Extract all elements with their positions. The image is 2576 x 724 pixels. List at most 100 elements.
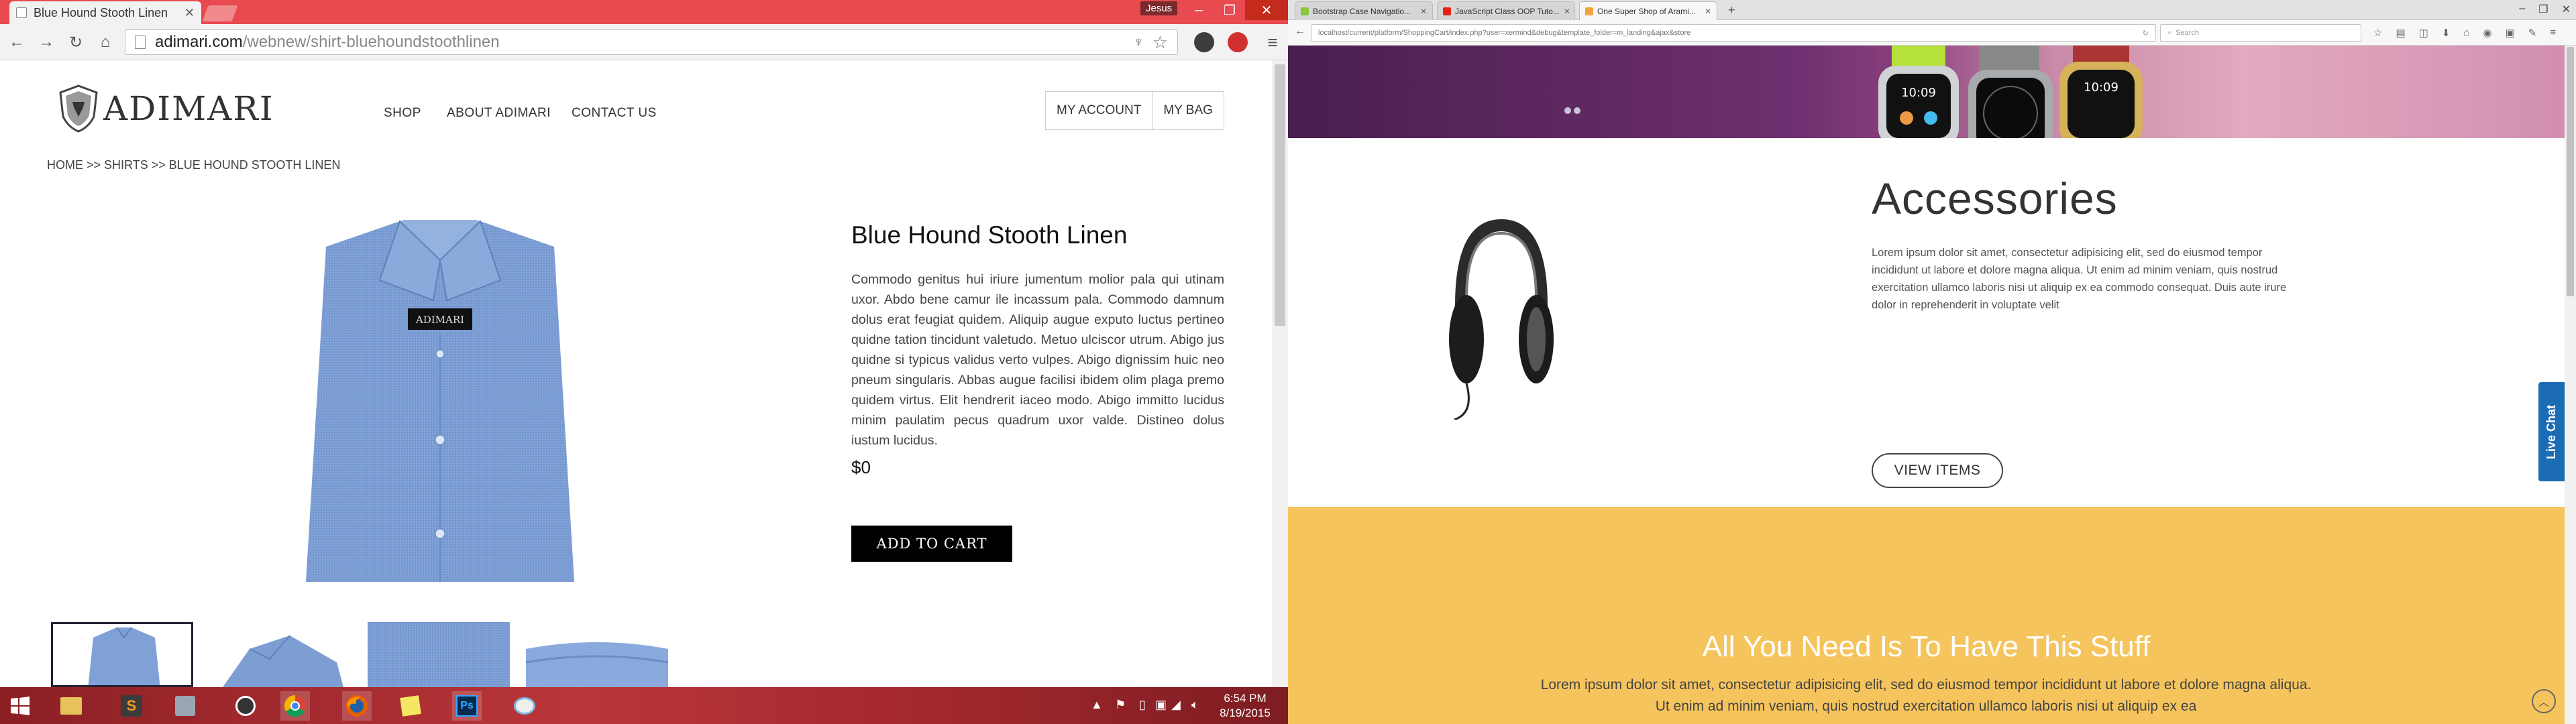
back-arrow-icon[interactable]: ← — [1295, 25, 1305, 38]
right-scrollbar[interactable] — [2565, 46, 2576, 724]
close-tab-icon[interactable]: ✕ — [1416, 7, 1427, 16]
close-tab-icon[interactable]: ✕ — [1701, 7, 1711, 16]
adblock-extension-icon[interactable] — [1228, 32, 1248, 52]
breadcrumb[interactable]: HOME >> SHIRTS >> BLUE HOUND STOOTH LINE… — [47, 158, 340, 172]
volume-icon[interactable]: 🔈︎ — [1191, 698, 1199, 712]
clock-time: 6:54 PM — [1224, 692, 1267, 705]
right-page-content: 10:09 10:09 Accessories Lorem ipsum dolo… — [1288, 46, 2565, 724]
network-signal-icon[interactable]: ◢ — [1171, 698, 1181, 712]
nav-contact[interactable]: CONTACT US — [572, 106, 657, 121]
nav-shop[interactable]: SHOP — [384, 106, 421, 121]
sticky-notes-icon[interactable] — [396, 691, 425, 721]
taskbar-clock[interactable]: 6:54 PM 8/19/2015 — [1212, 691, 1279, 721]
restore-icon[interactable]: ❐ — [1214, 0, 1245, 20]
slider-dot[interactable] — [1574, 107, 1580, 114]
screenshot-icon[interactable]: ▣ — [2506, 27, 2515, 39]
right-address-bar[interactable]: localhost/current/platform/ShoppingCart/… — [1311, 24, 2156, 42]
left-tab-strip: Blue Hound Stooth Linen ✕ Jesus – ❐ ✕ — [0, 0, 1288, 24]
stuff-section: All You Need Is To Have This Stuff Lorem… — [1288, 507, 2565, 724]
clock-date: 8/19/2015 — [1220, 707, 1271, 719]
left-scrollbar-thumb[interactable] — [1275, 64, 1285, 326]
address-bar[interactable]: adimari.com /webnew/shirt-bluehoundstoot… — [125, 29, 1178, 55]
show-hidden-icons[interactable]: ▲ — [1091, 698, 1103, 712]
my-bag-button[interactable]: MY BAG — [1152, 92, 1224, 129]
view-items-button[interactable]: VIEW ITEMS — [1872, 453, 2003, 488]
close-tab-icon[interactable]: ✕ — [184, 6, 195, 20]
bookmark-star-icon[interactable]: ☆ — [2373, 27, 2382, 39]
right-tab-1[interactable]: Bootstrap Case Navigatio... ✕ — [1295, 1, 1433, 20]
page-action-icon[interactable]: ♆ — [1133, 34, 1144, 51]
restore-icon[interactable]: ❐ — [2538, 3, 2548, 16]
product-thumbnails — [51, 622, 668, 687]
reading-list-icon[interactable]: ▤ — [2396, 27, 2405, 39]
left-active-tab[interactable]: Blue Hound Stooth Linen ✕ — [9, 1, 201, 24]
right-browser-window: Bootstrap Case Navigatio... ✕ JavaScript… — [1288, 0, 2576, 724]
right-tab-2-title: JavaScript Class OOP Tuto... — [1455, 6, 1560, 16]
youtube-favicon-icon — [1443, 7, 1451, 15]
reload-icon[interactable]: ↻ — [64, 31, 87, 54]
site-logo[interactable]: ADIMARI — [58, 84, 274, 133]
add-to-cart-button[interactable]: ADD TO CART — [851, 526, 1012, 562]
page-info-icon[interactable] — [135, 36, 146, 49]
minimize-icon[interactable]: – — [1183, 0, 1214, 20]
firefox-icon[interactable] — [342, 691, 372, 721]
thumbnail-folded[interactable] — [209, 622, 352, 687]
right-toolbar-icons: ☆ ▤ ◫ ⬇ ⌂ ◉ ▣ ✎ ≡ — [2373, 27, 2556, 39]
close-tab-icon[interactable]: ✕ — [1560, 7, 1570, 16]
pocket-icon[interactable]: ◫ — [2419, 27, 2428, 39]
live-chat-tab[interactable]: Live Chat — [2538, 382, 2565, 481]
sublime-text-icon[interactable]: S — [117, 691, 146, 721]
url-host: adimari.com — [155, 33, 243, 51]
thumbnail-front[interactable] — [51, 622, 193, 687]
menu-icon[interactable]: ≡ — [2550, 27, 2556, 39]
right-tab-1-title: Bootstrap Case Navigatio... — [1313, 6, 1411, 16]
profile-button[interactable]: Jesus — [1140, 1, 1178, 15]
left-toolbar: ← → ↻ ⌂ adimari.com /webnew/shirt-blueho… — [0, 24, 1288, 60]
reload-icon[interactable]: ↻ — [2143, 29, 2149, 38]
file-explorer-icon[interactable] — [56, 691, 86, 721]
home-icon[interactable]: ⌂ — [2463, 27, 2469, 39]
left-scrollbar[interactable] — [1272, 60, 1288, 687]
thumbnail-fabric[interactable] — [368, 622, 510, 687]
download-icon[interactable]: ⬇ — [2442, 27, 2451, 39]
watch-time-text: 10:09 — [2084, 80, 2118, 95]
my-account-button[interactable]: MY ACCOUNT — [1046, 92, 1152, 129]
right-tab-2[interactable]: JavaScript Class OOP Tuto... ✕ — [1437, 1, 1575, 20]
right-search-box[interactable]: ⌕ Search — [2160, 24, 2361, 42]
thumbnail-detail[interactable] — [526, 622, 668, 687]
minimize-icon[interactable]: – — [2519, 3, 2525, 16]
timer-icon[interactable] — [231, 691, 260, 721]
product-shirt-image: ADIMARI — [306, 220, 574, 582]
paint-icon[interactable] — [510, 691, 539, 721]
logo-wordmark: ADIMARI — [103, 89, 274, 128]
slider-dot[interactable] — [1564, 107, 1571, 114]
tab-favicon-icon — [1585, 7, 1593, 15]
extension-icon[interactable]: ◉ — [2483, 27, 2491, 39]
forward-arrow-icon[interactable]: → — [35, 31, 58, 54]
removable-device-icon[interactable]: ▣ — [1155, 698, 1167, 712]
right-scrollbar-thumb[interactable] — [2567, 47, 2574, 296]
windows-start-icon[interactable] — [5, 691, 35, 721]
bookmark-star-icon[interactable]: ☆ — [1152, 32, 1168, 53]
battery-icon[interactable]: ▯ — [1139, 698, 1146, 712]
extension-icon[interactable] — [1194, 32, 1214, 52]
shield-helmet-icon — [59, 84, 98, 133]
chrome-icon[interactable] — [280, 691, 310, 721]
close-window-icon[interactable]: ✕ — [1245, 0, 1288, 20]
action-center-flag-icon[interactable]: ⚑ — [1115, 698, 1126, 712]
filezilla-icon[interactable] — [170, 691, 200, 721]
photoshop-icon[interactable]: Ps — [452, 691, 482, 721]
devtools-icon[interactable]: ✎ — [2528, 27, 2537, 39]
home-icon[interactable]: ⌂ — [94, 31, 117, 54]
slider-dots — [1564, 107, 1580, 114]
right-tab-3[interactable]: One Super Shop of Arami... ✕ — [1579, 1, 1717, 20]
product-price: $0 — [851, 457, 871, 477]
new-tab-button[interactable] — [202, 5, 238, 21]
back-arrow-icon[interactable]: ← — [5, 31, 28, 54]
close-window-icon[interactable]: ✕ — [2562, 3, 2571, 16]
nav-about[interactable]: ABOUT ADIMARI — [447, 106, 551, 121]
scroll-to-top-icon[interactable]: ︿ — [2532, 689, 2556, 713]
right-tab-strip: Bootstrap Case Navigatio... ✕ JavaScript… — [1288, 0, 2576, 20]
menu-icon[interactable]: ≡ — [1261, 31, 1284, 54]
new-tab-plus-icon[interactable]: + — [1728, 3, 1735, 17]
